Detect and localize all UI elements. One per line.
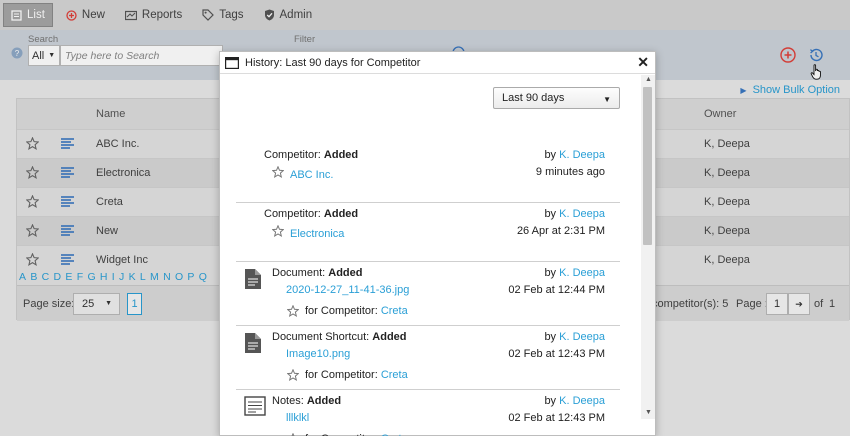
- entry-author: by K. Deepa: [544, 331, 605, 343]
- entry-item: Image10.png: [286, 348, 350, 360]
- entry-by-label: by: [544, 331, 557, 343]
- entry-kind: Competitor:: [264, 208, 321, 220]
- entry-author: by K. Deepa: [544, 208, 605, 220]
- document-icon: [244, 332, 262, 357]
- entry-author: by K. Deepa: [544, 267, 605, 279]
- document-icon: [244, 268, 262, 293]
- entry-item: 2020-12-27_11-41-36.jpg: [286, 284, 409, 296]
- entry-for-link[interactable]: Creta: [381, 369, 408, 381]
- entry-author: by K. Deepa: [544, 395, 605, 407]
- entry-item-link[interactable]: Electronica: [290, 228, 344, 240]
- history-entry: Competitor: Added Electronica by K. Deepa 2…: [236, 208, 620, 262]
- entry-timestamp: 02 Feb at 12:44 PM: [508, 284, 605, 296]
- scroll-up-icon[interactable]: ▲: [645, 76, 652, 83]
- entry-user-link[interactable]: K. Deepa: [559, 208, 605, 220]
- entry-action: Added: [372, 331, 407, 343]
- dialog-titlebar: History: Last 90 days for Competitor: [220, 52, 655, 74]
- scrollbar-thumb[interactable]: [643, 87, 652, 245]
- entry-action: Added: [328, 267, 363, 279]
- entry-timestamp: 26 Apr at 2:31 PM: [516, 225, 605, 237]
- history-list: Last 90 days ▼ Competitor: Added ABC Inc.…: [220, 75, 640, 436]
- entry-kind: Notes:: [272, 395, 304, 407]
- entry-title: Competitor: Added: [264, 149, 358, 161]
- entry-for: for Competitor: Creta: [287, 305, 408, 317]
- entry-user-link[interactable]: K. Deepa: [559, 331, 605, 343]
- entry-by-label: by: [544, 267, 557, 279]
- entry-timestamp: 02 Feb at 12:43 PM: [508, 348, 605, 360]
- entry-by-label: by: [544, 208, 557, 220]
- entry-title: Competitor: Added: [264, 208, 358, 220]
- star-icon[interactable]: [287, 369, 299, 381]
- entry-action: Added: [306, 395, 342, 407]
- entry-kind: Document:: [272, 267, 326, 279]
- star-icon[interactable]: [272, 225, 284, 237]
- close-icon[interactable]: ✕: [637, 55, 649, 69]
- notes-icon: [244, 396, 266, 419]
- entry-item: Electronica: [272, 225, 344, 240]
- entry-item-link[interactable]: Image10.png: [286, 348, 350, 360]
- entry-action: Added: [323, 208, 359, 220]
- entry-by-label: by: [544, 149, 557, 161]
- entry-item: lllklkl: [286, 412, 309, 424]
- entry-title: Document Shortcut: Added: [272, 331, 407, 343]
- entry-author: by K. Deepa: [544, 149, 605, 161]
- entry-action: Added: [323, 149, 359, 161]
- history-entry: Competitor: Added ABC Inc. by K. Deepa 9 mi…: [236, 149, 620, 203]
- history-dialog: History: Last 90 days for Competitor ✕ L…: [219, 51, 656, 436]
- history-entry: Document: Added 2020-12-27_11-41-36.jpgfo…: [236, 267, 620, 326]
- entry-kind: Competitor:: [264, 149, 321, 161]
- dialog-scrollbar[interactable]: ▲ ▼: [641, 75, 655, 419]
- entry-for-link[interactable]: Creta: [381, 305, 408, 317]
- period-select[interactable]: Last 90 days ▼: [493, 87, 620, 109]
- entry-kind: Document Shortcut:: [272, 331, 370, 343]
- dialog-title: History: Last 90 days for Competitor: [245, 56, 421, 69]
- caret-down-icon: ▼: [603, 95, 611, 104]
- history-entry: Document Shortcut: Added Image10.png for C…: [236, 331, 620, 390]
- entry-for: for Competitor: Creta: [287, 369, 408, 381]
- entry-item: ABC Inc.: [272, 166, 333, 181]
- entry-timestamp: 02 Feb at 12:43 PM: [508, 412, 605, 424]
- entry-title: Notes: Added: [272, 395, 341, 407]
- entry-user-link[interactable]: K. Deepa: [559, 149, 605, 161]
- entry-item-link[interactable]: 2020-12-27_11-41-36.jpg: [286, 284, 409, 296]
- entry-timestamp: 9 minutes ago: [535, 166, 605, 178]
- entry-for-label: for Competitor:: [305, 305, 378, 317]
- history-entry: Notes: Addedlllklklfor Competitor: Creta…: [236, 395, 620, 436]
- scroll-down-icon[interactable]: ▼: [645, 409, 652, 416]
- star-icon[interactable]: [287, 305, 299, 317]
- entry-item-link[interactable]: lllklkl: [286, 412, 309, 424]
- star-icon[interactable]: [272, 166, 284, 178]
- entry-user-link[interactable]: K. Deepa: [559, 395, 605, 407]
- entry-title: Document: Added: [272, 267, 363, 279]
- entry-item-link[interactable]: ABC Inc.: [290, 169, 333, 181]
- entry-for-label: for Competitor:: [305, 369, 378, 381]
- entry-by-label: by: [544, 395, 557, 407]
- window-icon: [225, 56, 239, 69]
- period-value: Last 90 days: [502, 92, 565, 104]
- entry-user-link[interactable]: K. Deepa: [559, 267, 605, 279]
